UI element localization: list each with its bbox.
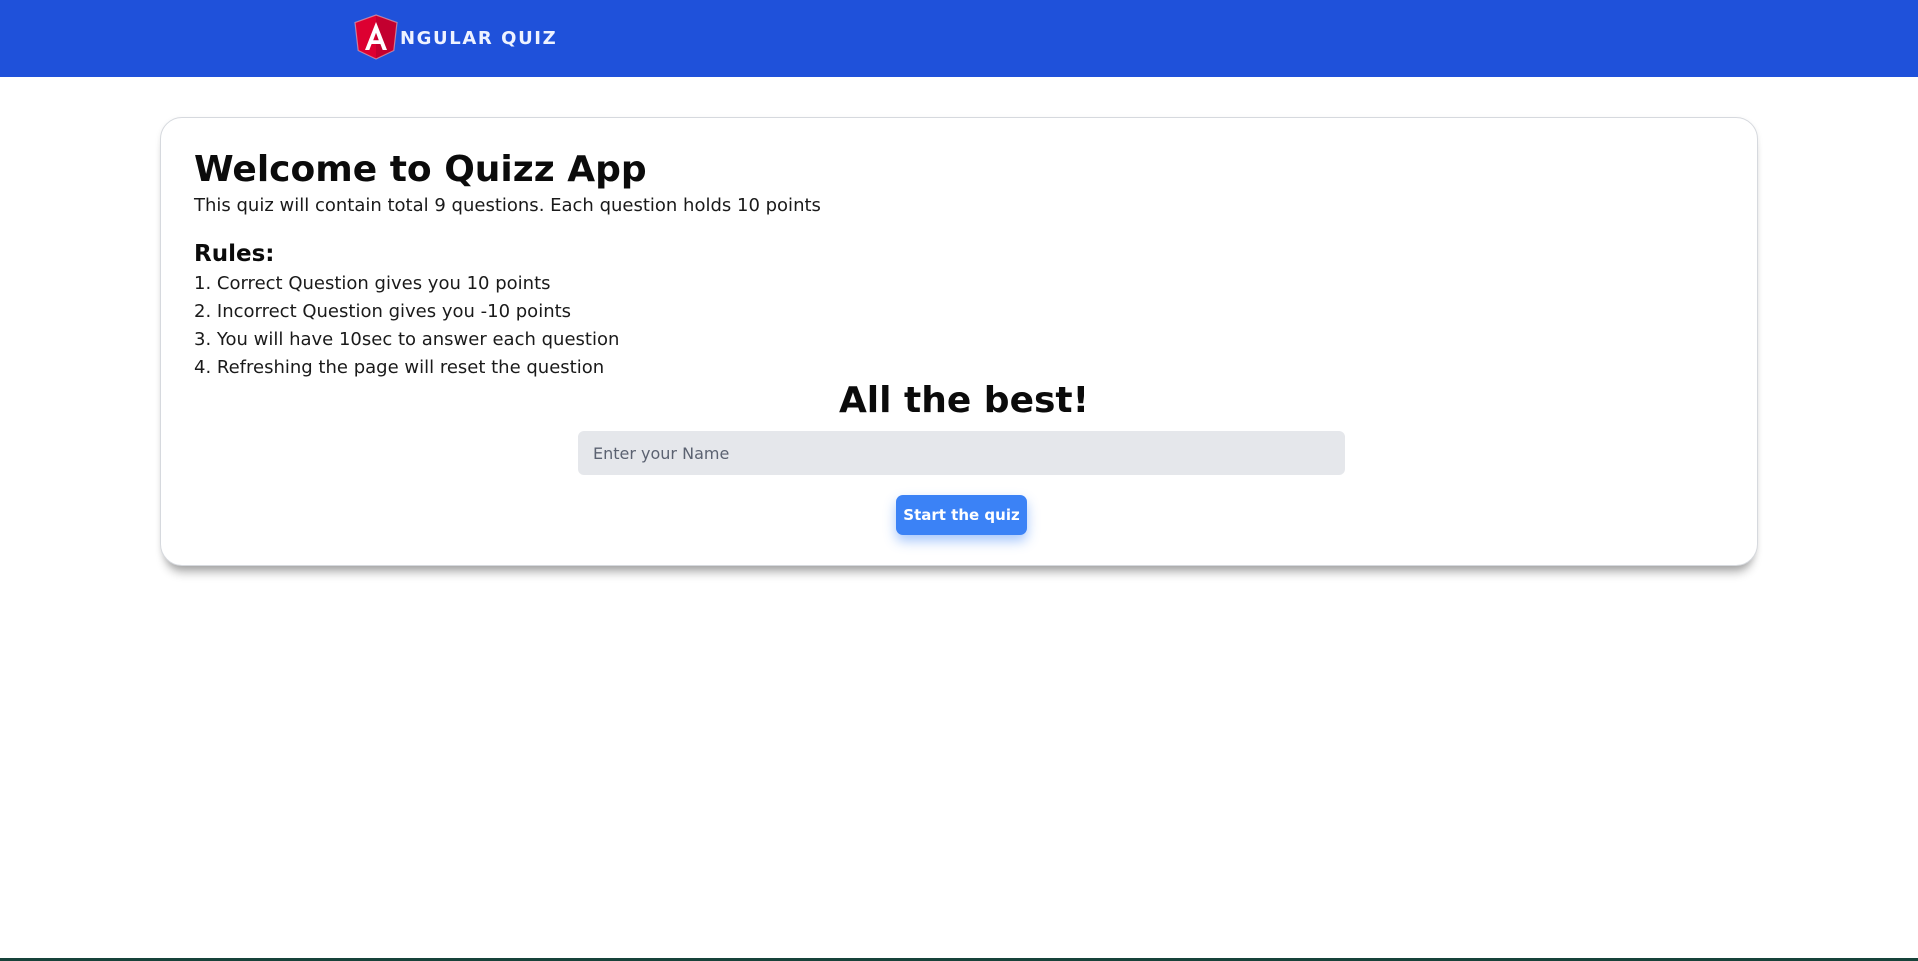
rules-heading: Rules: — [194, 241, 275, 267]
good-luck-message: All the best! — [838, 380, 1090, 421]
rules-list: 1. Correct Question gives you 10 points … — [194, 270, 619, 382]
quiz-intro-card: Welcome to Quizz App This quiz will cont… — [160, 117, 1758, 566]
top-navbar: NGULAR QUIZ — [0, 0, 1918, 77]
start-quiz-button[interactable]: Start the quiz — [896, 495, 1027, 535]
name-input[interactable] — [578, 431, 1345, 475]
rule-item: 3. You will have 10sec to answer each qu… — [194, 329, 620, 350]
rule-item: 1. Correct Question gives you 10 points — [194, 273, 551, 294]
page-title: Welcome to Quizz App — [194, 149, 647, 190]
rule-item: 2. Incorrect Question gives you -10 poin… — [194, 301, 572, 322]
brand-logo-link[interactable]: NGULAR QUIZ — [354, 14, 557, 60]
brand-title: NGULAR QUIZ — [400, 27, 558, 49]
quiz-description: This quiz will contain total 9 questions… — [194, 195, 821, 216]
angular-shield-icon — [354, 14, 398, 60]
rule-item: 4. Refreshing the page will reset the qu… — [194, 357, 605, 378]
